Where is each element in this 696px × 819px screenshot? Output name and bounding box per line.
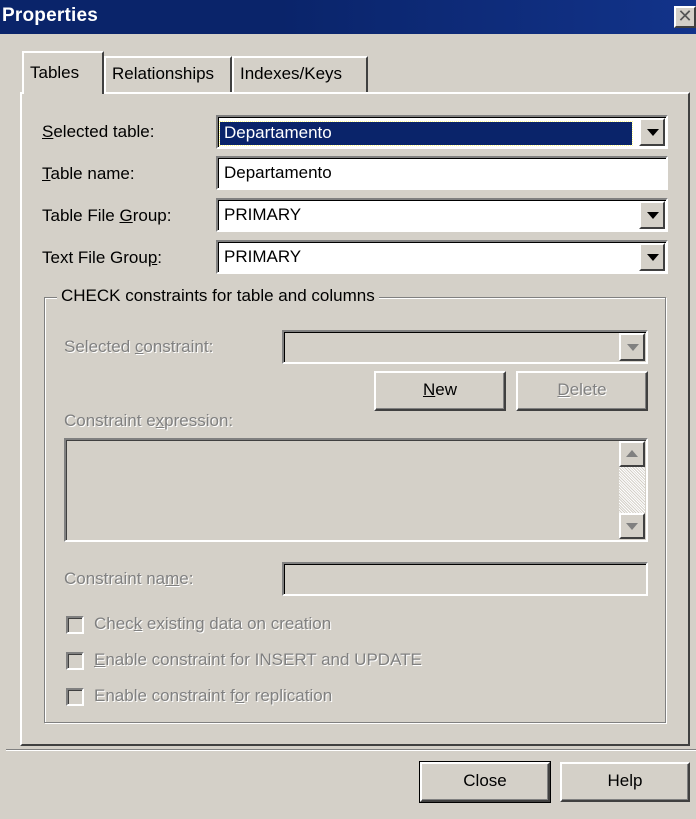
check-existing-data-label[interactable]: Check existing data on creation (94, 614, 331, 634)
window-title: Properties (2, 5, 98, 26)
table-name-value: Departamento (224, 163, 332, 182)
selected-table-dropdown-button[interactable] (639, 118, 665, 146)
constraint-name-input[interactable] (282, 562, 648, 596)
table-name-label: Table name: (42, 164, 135, 183)
constraint-expression-scrollbar[interactable] (619, 441, 645, 539)
tab-tables[interactable]: Tables (22, 51, 104, 94)
scroll-down-button[interactable] (619, 513, 645, 539)
table-name-input[interactable]: Departamento (216, 156, 668, 190)
enable-replication-checkbox[interactable] (66, 688, 84, 706)
properties-dialog: Properties ✕ Tables Relationships Indexe… (0, 0, 696, 819)
tab-relationships[interactable]: Relationships (104, 56, 232, 92)
delete-constraint-button[interactable]: Delete (516, 371, 648, 411)
title-bar[interactable]: Properties ✕ (0, 0, 696, 34)
selected-table-label: Selected table: (42, 122, 155, 141)
tab-indexes-keys-label: Indexes/Keys (240, 64, 343, 83)
text-file-group-value: PRIMARY (224, 247, 302, 266)
enable-insert-update-checkbox[interactable] (66, 652, 84, 670)
enable-insert-update-label[interactable]: Enable constraint for INSERT and UPDATE (94, 650, 422, 670)
check-existing-data-checkbox[interactable] (66, 616, 84, 634)
tab-indexes-keys[interactable]: Indexes/Keys (232, 56, 368, 92)
enable-replication-label[interactable]: Enable constraint for replication (94, 686, 332, 706)
table-file-group-value: PRIMARY (224, 205, 302, 224)
selected-table-combobox[interactable]: Departamento (216, 115, 668, 149)
footer-separator (6, 749, 696, 751)
selected-constraint-dropdown-button[interactable] (619, 333, 645, 361)
table-file-group-combobox[interactable]: PRIMARY (216, 198, 668, 232)
scroll-up-button[interactable] (619, 441, 645, 467)
check-constraints-group-title: CHECK constraints for table and columns (57, 286, 379, 306)
tab-relationships-label: Relationships (112, 64, 215, 83)
selected-constraint-label: Selected constraint: (64, 337, 214, 356)
close-window-button[interactable]: ✕ (674, 6, 696, 28)
selected-constraint-combobox[interactable] (282, 330, 648, 364)
close-button[interactable]: Close (419, 761, 551, 803)
table-file-group-dropdown-button[interactable] (639, 201, 665, 229)
table-file-group-label: Table File Group: (42, 206, 172, 225)
selected-table-value: Departamento (219, 121, 633, 146)
text-file-group-combobox[interactable]: PRIMARY (216, 240, 668, 274)
tab-tables-label: Tables (30, 63, 80, 82)
text-file-group-dropdown-button[interactable] (639, 243, 665, 271)
constraint-expression-textarea[interactable] (64, 438, 648, 542)
constraint-expression-label: Constraint expression: (64, 411, 234, 430)
help-button[interactable]: Help (560, 762, 690, 802)
constraint-name-label: Constraint name: (64, 569, 194, 588)
text-file-group-label: Text File Group: (42, 248, 163, 267)
new-constraint-button[interactable]: New (374, 371, 506, 411)
close-icon: ✕ (677, 6, 693, 26)
